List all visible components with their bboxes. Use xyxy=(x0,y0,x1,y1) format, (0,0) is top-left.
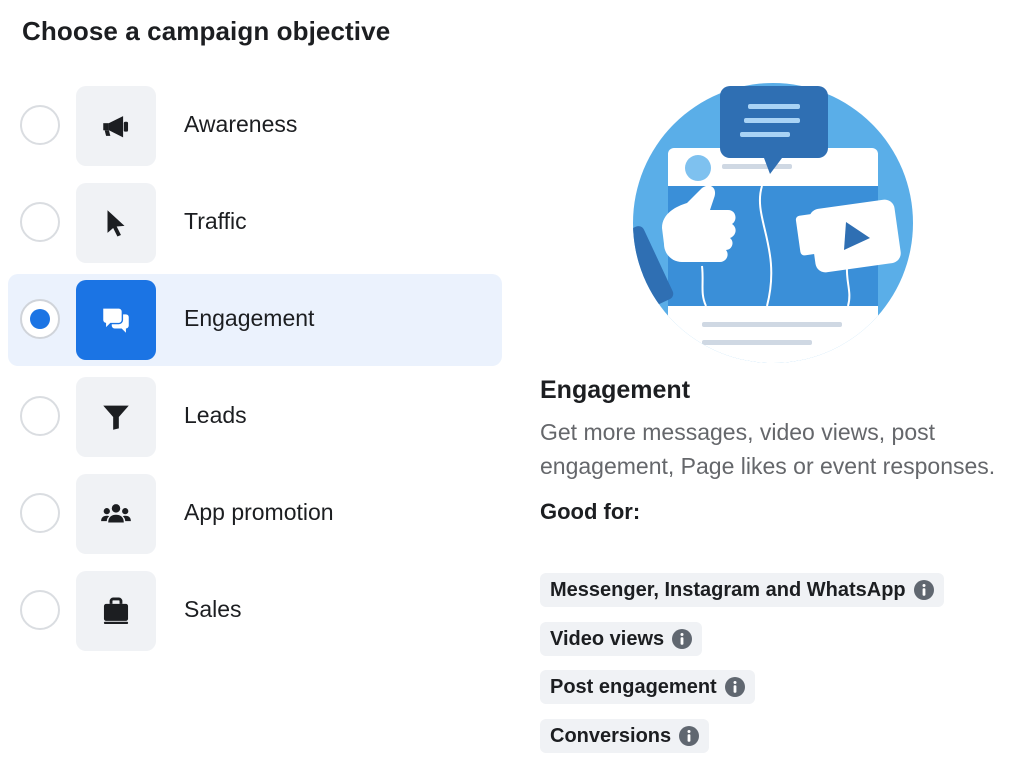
good-for-chip: Conversions xyxy=(540,719,710,753)
funnel-icon xyxy=(103,405,129,430)
chip-label: Post engagement xyxy=(550,675,717,698)
objective-detail-panel: Engagement Get more messages, video view… xyxy=(540,376,1000,525)
detail-title: Engagement xyxy=(540,376,691,404)
info-icon[interactable] xyxy=(672,629,693,649)
icon-tile-traffic[interactable] xyxy=(76,183,156,263)
objective-label: Sales xyxy=(184,596,242,622)
info-icon[interactable] xyxy=(679,726,700,746)
objective-label: Leads xyxy=(184,402,247,428)
chip-label: Messenger, Instagram and WhatsApp xyxy=(550,578,906,601)
icon-tile-sales[interactable] xyxy=(76,571,156,651)
detail-description: Get more messages, video views, post eng… xyxy=(540,419,996,479)
good-for-label: Good for: xyxy=(540,499,641,524)
radio-leads[interactable] xyxy=(20,396,60,436)
info-icon[interactable] xyxy=(913,580,934,600)
radio-sales[interactable] xyxy=(20,590,60,630)
good-for-chip: Post engagement xyxy=(540,670,755,704)
radio-engagement[interactable] xyxy=(20,299,60,339)
chat-bubbles-icon xyxy=(103,308,129,333)
cursor-icon xyxy=(107,210,125,237)
objective-app-promotion[interactable]: App promotion xyxy=(8,468,502,560)
engagement-illustration-image xyxy=(633,83,913,363)
icon-tile-engagement[interactable] xyxy=(76,280,156,360)
objective-label: App promotion xyxy=(184,499,334,525)
good-for-chip: Video views xyxy=(540,622,703,656)
chip-label: Video views xyxy=(550,627,665,650)
radio-awareness[interactable] xyxy=(20,105,60,145)
objective-label: Engagement xyxy=(184,305,315,331)
page-title: Choose a campaign objective xyxy=(22,16,391,46)
megaphone-icon xyxy=(103,116,129,138)
icon-tile-awareness[interactable] xyxy=(76,86,156,166)
objective-sales[interactable]: Sales xyxy=(8,565,502,657)
radio-app-promotion[interactable] xyxy=(20,493,60,533)
objective-traffic[interactable]: Traffic xyxy=(8,177,502,269)
people-icon xyxy=(101,504,131,523)
objective-label: Traffic xyxy=(184,208,247,234)
objective-label: Awareness xyxy=(184,111,298,137)
shopping-bag-icon xyxy=(103,597,129,625)
engagement-illustration xyxy=(632,78,914,368)
radio-traffic[interactable] xyxy=(20,202,60,242)
radio-selected-dot xyxy=(30,309,50,329)
icon-tile-app-promotion[interactable] xyxy=(76,474,156,554)
chip-label: Conversions xyxy=(550,724,672,747)
good-for-chip: Messenger, Instagram and WhatsApp xyxy=(540,573,944,607)
info-icon[interactable] xyxy=(724,677,745,697)
objective-leads[interactable]: Leads xyxy=(8,371,502,463)
objective-engagement[interactable]: Engagement xyxy=(8,274,502,366)
icon-tile-leads[interactable] xyxy=(76,377,156,457)
objective-awareness[interactable]: Awareness xyxy=(8,80,502,172)
